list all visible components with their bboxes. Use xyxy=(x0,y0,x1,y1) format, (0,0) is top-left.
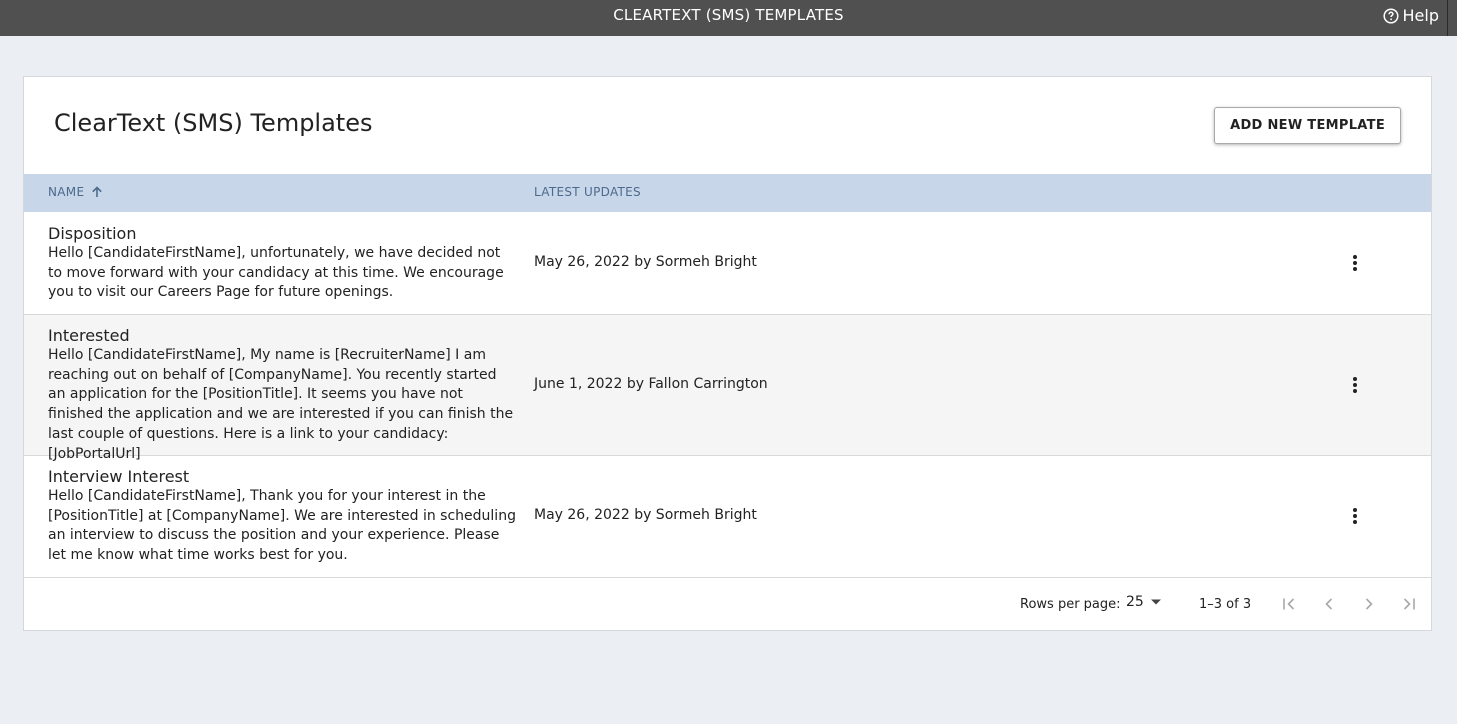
table-row[interactable]: Interested Hello [CandidateFirstName], M… xyxy=(24,315,1431,462)
page-title: ClearText (SMS) Templates xyxy=(54,109,373,137)
more-vertical-icon xyxy=(1353,255,1357,271)
column-header-name-label: NAME xyxy=(48,185,85,199)
arrow-up-icon xyxy=(92,186,103,197)
more-vertical-icon xyxy=(1353,508,1357,524)
top-bar-title: CLEARTEXT (SMS) TEMPLATES xyxy=(613,6,844,24)
last-page-button[interactable] xyxy=(1397,592,1421,616)
template-updated: June 1, 2022 by Fallon Carrington xyxy=(534,376,768,392)
pagination: Rows per page: 25 1–3 of 3 xyxy=(24,578,1431,631)
template-body: Hello [CandidateFirstName], Thank you fo… xyxy=(48,488,516,564)
table-row[interactable]: Disposition Hello [CandidateFirstName], … xyxy=(24,212,1431,315)
help-link[interactable]: Help xyxy=(1382,6,1439,25)
column-header-name[interactable]: NAME xyxy=(48,185,104,199)
template-updated: May 26, 2022 by Sormeh Bright xyxy=(534,507,757,523)
first-page-button[interactable] xyxy=(1277,592,1301,616)
template-name: Interview Interest xyxy=(48,467,190,486)
template-updated: May 26, 2022 by Sormeh Bright xyxy=(534,254,757,270)
row-menu-button[interactable] xyxy=(1343,251,1367,275)
next-page-button[interactable] xyxy=(1357,592,1381,616)
rows-per-page-value: 25 xyxy=(1126,594,1144,610)
row-menu-button[interactable] xyxy=(1343,504,1367,528)
template-info: Interested Hello [CandidateFirstName], M… xyxy=(48,326,518,464)
rows-per-page-label: Rows per page: xyxy=(1020,597,1121,612)
help-label: Help xyxy=(1402,6,1439,25)
first-page-icon xyxy=(1283,598,1295,610)
template-name: Disposition xyxy=(48,224,137,243)
more-vertical-icon xyxy=(1353,377,1357,393)
chevron-right-icon xyxy=(1365,598,1373,610)
template-body: Hello [CandidateFirstName], unfortunatel… xyxy=(48,245,504,301)
page-range-text: 1–3 of 3 xyxy=(1199,597,1252,612)
template-body: Hello [CandidateFirstName], My name is [… xyxy=(48,347,514,462)
template-name: Interested xyxy=(48,326,130,345)
caret-down-icon xyxy=(1150,599,1161,605)
top-bar-divider xyxy=(1447,0,1448,36)
rows-per-page-select[interactable]: 25 xyxy=(1126,594,1162,610)
table-row[interactable]: Interview Interest Hello [CandidateFirst… xyxy=(24,456,1431,578)
column-header-latest-updates[interactable]: LATEST UPDATES xyxy=(534,185,641,199)
top-bar: CLEARTEXT (SMS) TEMPLATES Help xyxy=(0,0,1457,36)
table-header: NAME LATEST UPDATES xyxy=(24,174,1431,212)
last-page-icon xyxy=(1403,598,1415,610)
template-info: Interview Interest Hello [CandidateFirst… xyxy=(48,467,518,566)
template-info: Disposition Hello [CandidateFirstName], … xyxy=(48,224,518,303)
column-header-latest-updates-label: LATEST UPDATES xyxy=(534,185,641,199)
help-circle-icon xyxy=(1382,7,1399,24)
templates-card: ClearText (SMS) Templates ADD NEW TEMPLA… xyxy=(23,76,1432,631)
row-menu-button[interactable] xyxy=(1343,373,1367,397)
previous-page-button[interactable] xyxy=(1317,592,1341,616)
add-new-template-button[interactable]: ADD NEW TEMPLATE xyxy=(1214,107,1401,144)
chevron-left-icon xyxy=(1325,598,1333,610)
